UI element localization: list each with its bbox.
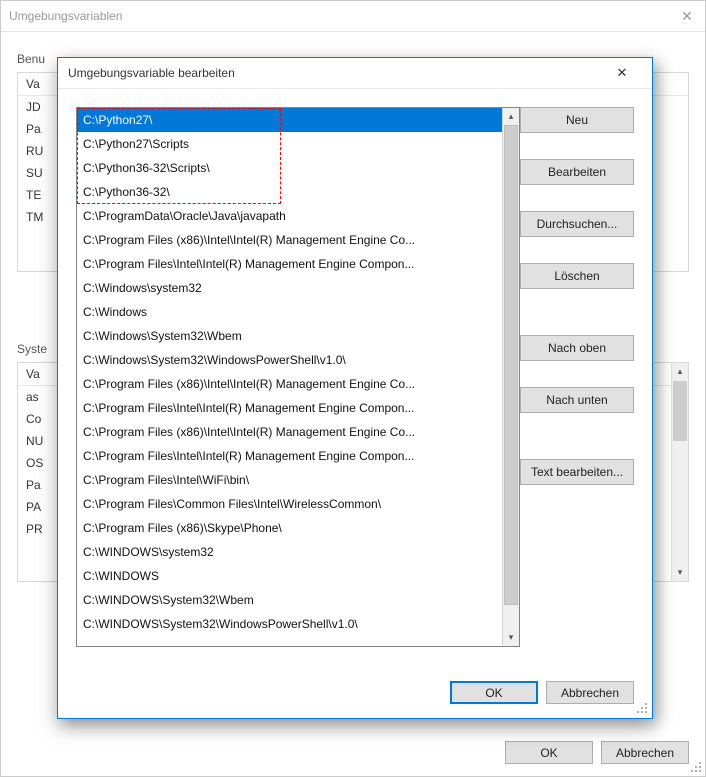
cancel-button[interactable]: Abbrechen [601, 741, 689, 764]
list-item[interactable]: C:\Windows\system32 [77, 276, 502, 300]
list-item[interactable]: C:\Python27\Scripts [77, 132, 502, 156]
list-item[interactable]: C:\Program Files\Intel\Intel(R) Manageme… [77, 396, 502, 420]
list-item[interactable]: C:\Program Files\Intel\Intel(R) Manageme… [77, 252, 502, 276]
parent-titlebar: Umgebungsvariablen ✕ [1, 1, 705, 32]
list-item[interactable]: C:\Program Files\Common Files\Intel\Wire… [77, 492, 502, 516]
list-item[interactable]: C:\Program Files (x86)\Intel\Intel(R) Ma… [77, 372, 502, 396]
ok-button[interactable]: OK [450, 681, 538, 704]
browse-button[interactable]: Durchsuchen... [520, 211, 634, 237]
list-item[interactable]: C:\Program Files\Intel\WiFi\bin\ [77, 468, 502, 492]
list-item[interactable]: C:\WINDOWS\system32 [77, 540, 502, 564]
child-titlebar: Umgebungsvariable bearbeiten ✕ [58, 58, 652, 89]
scrollbar-thumb[interactable] [504, 125, 518, 605]
delete-button[interactable]: Löschen [520, 263, 634, 289]
close-icon[interactable]: ✕ [677, 8, 697, 25]
listbox-scrollbar[interactable]: ▴ ▾ [502, 108, 519, 646]
list-item[interactable]: C:\Windows\System32\WindowsPowerShell\v1… [77, 348, 502, 372]
move-down-button[interactable]: Nach unten [520, 387, 634, 413]
edit-env-var-dialog: Umgebungsvariable bearbeiten ✕ C:\Python… [57, 57, 653, 719]
list-item[interactable]: C:\ProgramData\Oracle\Java\javapath [77, 204, 502, 228]
new-button[interactable]: Neu [520, 107, 634, 133]
chevron-down-icon[interactable]: ▾ [503, 629, 519, 646]
sys-scrollbar[interactable]: ▴ ▾ [671, 363, 688, 581]
chevron-up-icon[interactable]: ▴ [672, 363, 688, 380]
chevron-up-icon[interactable]: ▴ [503, 108, 519, 125]
ok-button[interactable]: OK [505, 741, 593, 764]
parent-title: Umgebungsvariablen [9, 9, 677, 23]
chevron-down-icon[interactable]: ▾ [672, 564, 688, 581]
list-item[interactable]: C:\Program Files\Intel\Intel(R) Manageme… [77, 444, 502, 468]
list-item[interactable]: C:\Windows [77, 300, 502, 324]
child-title: Umgebungsvariable bearbeiten [68, 66, 602, 80]
cancel-button[interactable]: Abbrechen [546, 681, 634, 704]
path-listbox[interactable]: C:\Python27\C:\Python27\ScriptsC:\Python… [76, 107, 520, 647]
move-up-button[interactable]: Nach oben [520, 335, 634, 361]
list-item[interactable]: C:\Program Files (x86)\Intel\Intel(R) Ma… [77, 420, 502, 444]
list-item[interactable]: C:\Python36-32\ [77, 180, 502, 204]
resize-grip-icon[interactable] [635, 701, 649, 715]
list-item[interactable]: C:\Python27\ [77, 108, 502, 132]
edit-button[interactable]: Bearbeiten [520, 159, 634, 185]
close-icon[interactable]: ✕ [602, 65, 642, 81]
list-item[interactable]: C:\WINDOWS\System32\WindowsPowerShell\v1… [77, 612, 502, 636]
list-item[interactable]: C:\Python36-32\Scripts\ [77, 156, 502, 180]
scrollbar-thumb[interactable] [673, 381, 687, 441]
list-item[interactable]: C:\WINDOWS [77, 564, 502, 588]
list-item[interactable]: C:\WINDOWS\System32\Wbem [77, 588, 502, 612]
list-item[interactable]: C:\Program Files (x86)\Skype\Phone\ [77, 516, 502, 540]
resize-grip-icon[interactable] [689, 760, 703, 774]
list-item[interactable]: C:\Windows\System32\Wbem [77, 324, 502, 348]
list-item[interactable]: C:\Program Files (x86)\Intel\Intel(R) Ma… [77, 228, 502, 252]
edit-text-button[interactable]: Text bearbeiten... [520, 459, 634, 485]
